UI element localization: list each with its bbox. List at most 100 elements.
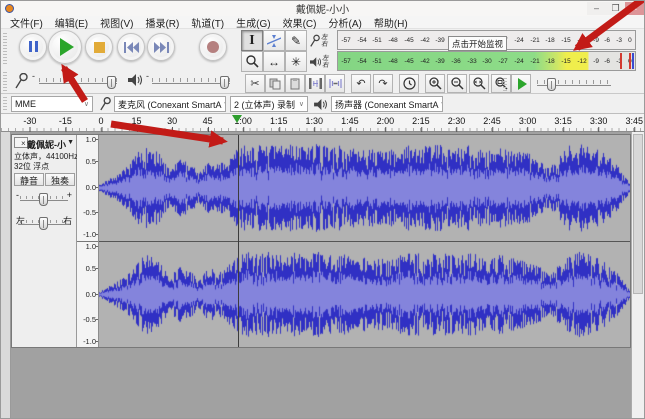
sync-lock-button[interactable]: [399, 74, 419, 93]
meter-tick-label: -15: [561, 58, 570, 64]
record-left-label: 左: [321, 34, 328, 41]
play-position-marker[interactable]: [232, 115, 242, 123]
toolbar-grip[interactable]: [3, 32, 7, 64]
vertical-ruler: 1.00.50.0-0.5-1.0 1.00.50.0-0.5-1.0: [77, 135, 99, 347]
clip-line: [629, 53, 631, 69]
meter-tick-label: -9: [593, 58, 599, 64]
paste-icon: [289, 78, 301, 90]
timeline-label: -30: [23, 116, 36, 126]
copy-button[interactable]: [265, 74, 285, 93]
scrollbar-thumb[interactable]: [633, 134, 643, 294]
draw-tool-button[interactable]: ✎: [285, 30, 307, 51]
stop-button[interactable]: [85, 33, 113, 61]
skip-start-button[interactable]: [117, 33, 145, 61]
multi-tool-button[interactable]: ✳: [285, 51, 307, 72]
pencil-icon: ✎: [291, 34, 301, 48]
minimize-button[interactable]: –: [587, 2, 606, 15]
playback-volume-thumb[interactable]: [220, 76, 229, 89]
zoom-in-button[interactable]: [425, 74, 445, 93]
recording-volume-slider[interactable]: [39, 75, 117, 89]
envelope-tool-button[interactable]: [263, 30, 285, 51]
paste-button[interactable]: [285, 74, 305, 93]
menu-item[interactable]: 分析(A): [322, 15, 367, 30]
timeline-label: 1:30: [306, 116, 324, 126]
playback-meter[interactable]: -57-54-51-48-45-42-39-36-33-30-27-24-21-…: [337, 51, 636, 71]
gain-slider[interactable]: - +: [14, 190, 74, 206]
solo-button[interactable]: 独奏: [45, 173, 75, 186]
timeline-label: 45: [203, 116, 213, 126]
undo-button[interactable]: ↶: [351, 74, 371, 93]
track-name[interactable]: 戴佩妮-小: [27, 138, 66, 151]
chevron-down-icon: ∨: [297, 100, 304, 108]
meter-tick-label: -57: [341, 58, 350, 64]
selection-tool-button[interactable]: I: [241, 30, 263, 51]
trim-button[interactable]: [305, 74, 325, 93]
waveform-channel-left[interactable]: [99, 135, 630, 241]
skip-end-icon: [154, 42, 169, 53]
vertical-scrollbar[interactable]: [631, 132, 644, 419]
timeline-label: 3:15: [554, 116, 572, 126]
timeline-ruler[interactable]: -30-1501530451:001:151:301:452:002:152:3…: [1, 114, 644, 132]
menu-item[interactable]: 生成(G): [230, 15, 276, 30]
cut-button[interactable]: ✂: [245, 74, 265, 93]
amplitude-label: 0.0: [86, 183, 96, 192]
toolbar-grip[interactable]: [3, 70, 7, 91]
microphone-icon: [100, 97, 111, 111]
silence-button[interactable]: [325, 74, 345, 93]
meter-tick-label: -54: [357, 58, 366, 64]
play-speed-slider[interactable]: [537, 77, 611, 91]
maximize-button[interactable]: ❐: [606, 2, 625, 15]
zoom-tool-button[interactable]: [241, 51, 263, 72]
copy-icon: [269, 78, 281, 90]
zoom-out-icon: [451, 77, 464, 90]
playback-device-select[interactable]: 扬声器 (Conexant SmartA∨: [331, 96, 443, 112]
track-close-button[interactable]: ×: [14, 137, 28, 148]
scissors-icon: ✂: [250, 77, 259, 90]
menu-item[interactable]: 文件(F): [4, 15, 49, 30]
zoom-out-button[interactable]: [447, 74, 467, 93]
meter-tick-label: -48: [389, 37, 398, 43]
playback-volume-slider[interactable]: [152, 75, 230, 89]
trim-icon: [309, 78, 322, 89]
monitor-tooltip[interactable]: 点击开始监视: [448, 36, 507, 51]
recording-device-select[interactable]: 麦克风 (Conexant SmartA∨: [114, 96, 226, 112]
mute-button[interactable]: 静音: [14, 173, 44, 186]
waveform-channel-right[interactable]: [99, 242, 630, 347]
meter-tick-label: -24: [514, 58, 523, 64]
play-at-speed-button[interactable]: [511, 74, 531, 93]
meter-tick-label: -54: [357, 37, 366, 43]
menu-item[interactable]: 编辑(E): [49, 15, 94, 30]
menu-item[interactable]: 轨道(T): [185, 15, 230, 30]
meter-tick-label: -15: [561, 37, 570, 43]
menu-item[interactable]: 视图(V): [94, 15, 139, 30]
pause-button[interactable]: [19, 33, 47, 61]
toolbar-grip[interactable]: [3, 97, 7, 110]
menu-item[interactable]: 效果(C): [277, 15, 323, 30]
stop-icon: [94, 42, 105, 53]
audio-host-select[interactable]: MME∨: [11, 96, 93, 112]
redo-icon: ↷: [378, 77, 387, 90]
menu-item[interactable]: 帮助(H): [368, 15, 414, 30]
record-meter[interactable]: -57-54-51-48-45-42-39-36-33-30-27-24-21-…: [337, 30, 636, 50]
pan-slider[interactable]: 左 右: [14, 214, 74, 230]
meter-tick-label: -57: [341, 37, 350, 43]
recording-volume-thumb[interactable]: [107, 76, 116, 89]
timeshift-tool-button[interactable]: ↔: [263, 51, 285, 72]
menu-item[interactable]: 播录(R): [139, 15, 185, 30]
clock-icon: [403, 77, 416, 90]
skip-end-button[interactable]: [147, 33, 175, 61]
close-button[interactable]: ×: [625, 2, 644, 15]
toolbar-grip[interactable]: [503, 77, 507, 91]
play-button[interactable]: [48, 30, 82, 64]
fit-selection-button[interactable]: [469, 74, 489, 93]
fit-selection-icon: [472, 77, 486, 90]
track-menu-dropdown[interactable]: ▼: [67, 139, 74, 146]
waveform-area[interactable]: [99, 135, 630, 347]
meter-tick-label: -51: [373, 37, 382, 43]
gain-thumb[interactable]: [39, 193, 48, 206]
recording-channels-select[interactable]: 2 (立体声) 录制∨: [230, 96, 308, 112]
pan-thumb[interactable]: [39, 217, 48, 230]
redo-button[interactable]: ↷: [373, 74, 393, 93]
play-speed-thumb[interactable]: [547, 78, 556, 91]
record-button[interactable]: [199, 33, 227, 61]
